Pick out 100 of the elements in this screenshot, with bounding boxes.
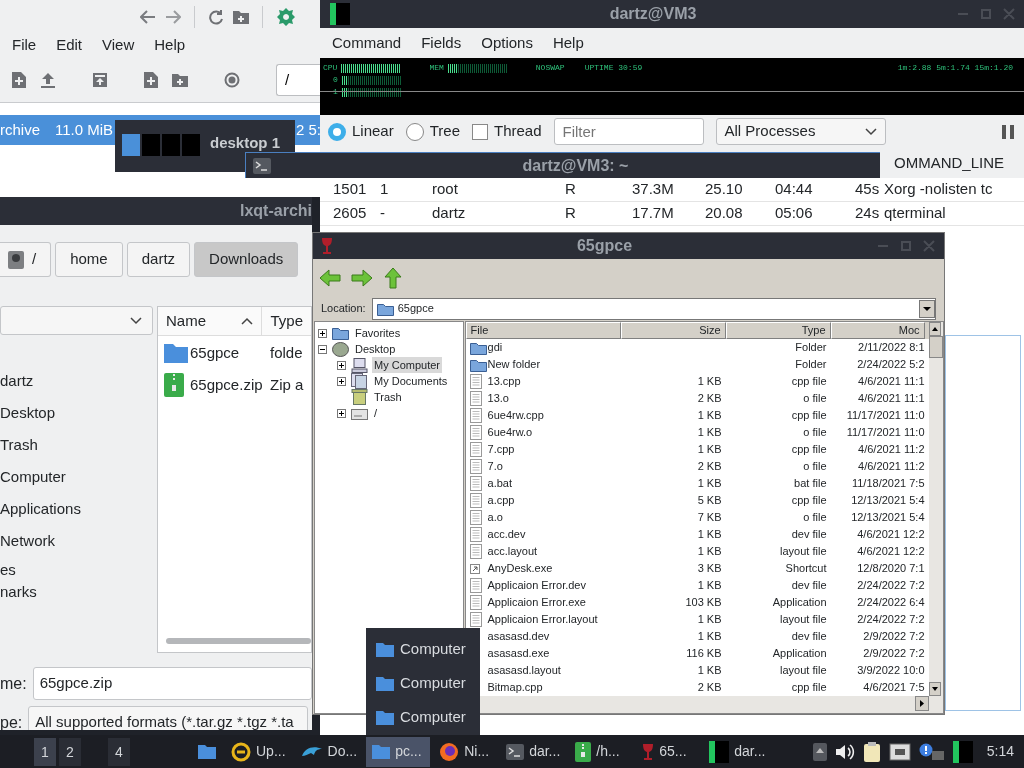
table-cell-text: 20.08 [705,203,744,224]
table-cell-text: 2605 [333,203,368,224]
table-cell-text: 116 KB [686,646,722,662]
table-cell-text: cpp file [791,680,827,696]
file-type: Zip a [270,374,304,395]
table-cell-text: dev file [791,629,827,645]
meter-label: CPU [323,62,338,74]
table-cell-text: 24s [855,203,881,224]
table-cell-text: o file [803,391,827,407]
table-cell-text: 45s [855,179,881,200]
table-cell-text: Folder [795,340,827,356]
table-cell-text: layout file [780,612,827,628]
table-cell-text: 5 KB [697,493,722,509]
table-cell-text: 11/17/2021 11:0 [846,408,925,424]
desktop-name: desktop 1 [210,134,281,151]
table-cell-text: o file [803,510,827,526]
section-heading: es [0,560,17,580]
field-label: me: [0,673,27,694]
table-cell-text: dartz [432,203,467,224]
table-cell-text: 2/9/2022 7:2 [863,629,925,645]
table-cell-text: 12/8/2020 7:1 [857,561,925,577]
table-cell-text: 4/6/2021 11:2 [858,459,925,475]
table-cell-text: - [380,203,386,224]
table-cell-text: 1 KB [697,544,722,560]
table-cell-text: 1 KB [697,374,722,390]
table-cell-text: bat file [794,476,827,492]
table-cell-text: layout file [780,663,827,679]
table-cell-text: 2/24/2022 7:2 [857,578,925,594]
table-cell-text: dev file [791,527,827,543]
table-cell-text: dev file [791,578,827,594]
table-cell-text: 1 KB [697,578,722,594]
table-cell-text: 3 KB [697,561,722,577]
table-cell-text: 05:06 [775,203,814,224]
table-cell-text: cpp file [791,493,827,509]
table-cell-text: 3/9/2022 10:0 [857,663,925,679]
table-cell-text: cpp file [791,408,827,424]
table-cell-text: 1 KB [697,476,722,492]
table-cell-text: 4/6/2021 12:2 [857,544,925,560]
field-label: Location: [321,301,366,317]
table-cell-text: 4/6/2021 11:1 [858,391,925,407]
table-cell-text: 4/6/2021 7:5 [863,680,925,696]
table-cell-text: R [565,203,577,224]
table-cell-text: 2/11/2022 8:1 [858,340,925,356]
table-cell-text: 2/9/2022 7:2 [863,646,925,662]
table-cell-text: layout file [780,544,827,560]
section-heading: narks [0,582,38,602]
window-title: dartz@VM3 [608,4,698,24]
table-cell-text: root [432,179,459,200]
table-cell-text: Application [772,595,827,611]
table-cell-text: o file [803,425,827,441]
table-cell-text: 12/13/2021 5:4 [851,493,925,509]
table-cell-text: 11.0 MiB [55,119,115,140]
table-cell-text: 4/6/2021 11:1 [858,374,925,390]
table-cell-text: 2 KB [697,680,722,696]
table-cell-text: 1 KB [697,612,722,628]
table-cell-text: 1 KB [697,527,722,543]
table-cell-text: 4/6/2021 12:2 [857,527,925,543]
table-cell-text: 2/24/2022 7:2 [857,612,925,628]
table-cell-text: 1 KB [697,663,722,679]
table-cell-text: Application [772,646,827,662]
table-cell-text: 25.10 [705,179,744,200]
table-cell-text: Shortcut [785,561,827,577]
table-cell-text: 11/17/2021 11:0 [846,425,925,441]
table-cell-text: Xorg -nolisten tc [884,179,994,200]
table-cell-text: 1 KB [697,442,722,458]
table-cell-text: 103 KB [685,595,722,611]
table-cell-text: 2/24/2022 5:2 [857,357,925,373]
window-title: 65gpce [575,236,634,256]
table-cell-text: 2 KB [697,391,722,407]
table-cell-text: cpp file [791,442,827,458]
window-title: lxqt-archi [240,201,312,221]
load-average: 1m:2.88 5m:1.74 15m:1.20 [897,62,1013,74]
table-cell-text: rchive [0,119,41,140]
table-cell-text: 11/18/2021 7:5 [851,476,925,492]
meter-label: NOSWAP [535,62,565,74]
table-cell-text: 2 KB [697,459,722,475]
table-cell-text: 1 KB [697,629,722,645]
table-cell-text: 37.3M [632,179,675,200]
table-cell-text: 4/6/2021 11:2 [858,442,925,458]
table-cell-text: Folder [795,357,827,373]
table-cell-text: 04:44 [775,179,814,200]
table-cell-text: 2 5: [296,119,320,140]
window-title: dartz@VM3: ~ [521,155,630,176]
table-cell-text: qterminal [884,203,947,224]
file-type: folde [270,342,303,363]
table-cell-text: 17.7M [632,203,675,224]
table-cell-text: cpp file [791,374,827,390]
table-cell-text: R [565,179,577,200]
table-cell-text: 7 KB [697,510,722,526]
table-cell-text: 1 KB [697,408,722,424]
field-label: pe: [0,712,23,730]
table-cell-text: 12/13/2021 5:4 [851,510,925,526]
meter-label: 0 [333,74,338,86]
table-cell-text: 1 KB [697,425,722,441]
table-cell-text: o file [803,459,827,475]
meter-label: MEM [429,62,444,74]
table-cell-text: 1501 [333,179,368,200]
table-cell-text: 1 [380,179,390,200]
uptime-label: UPTIME 30:59 [584,62,643,74]
table-cell-text: 2/24/2022 6:4 [857,595,925,611]
